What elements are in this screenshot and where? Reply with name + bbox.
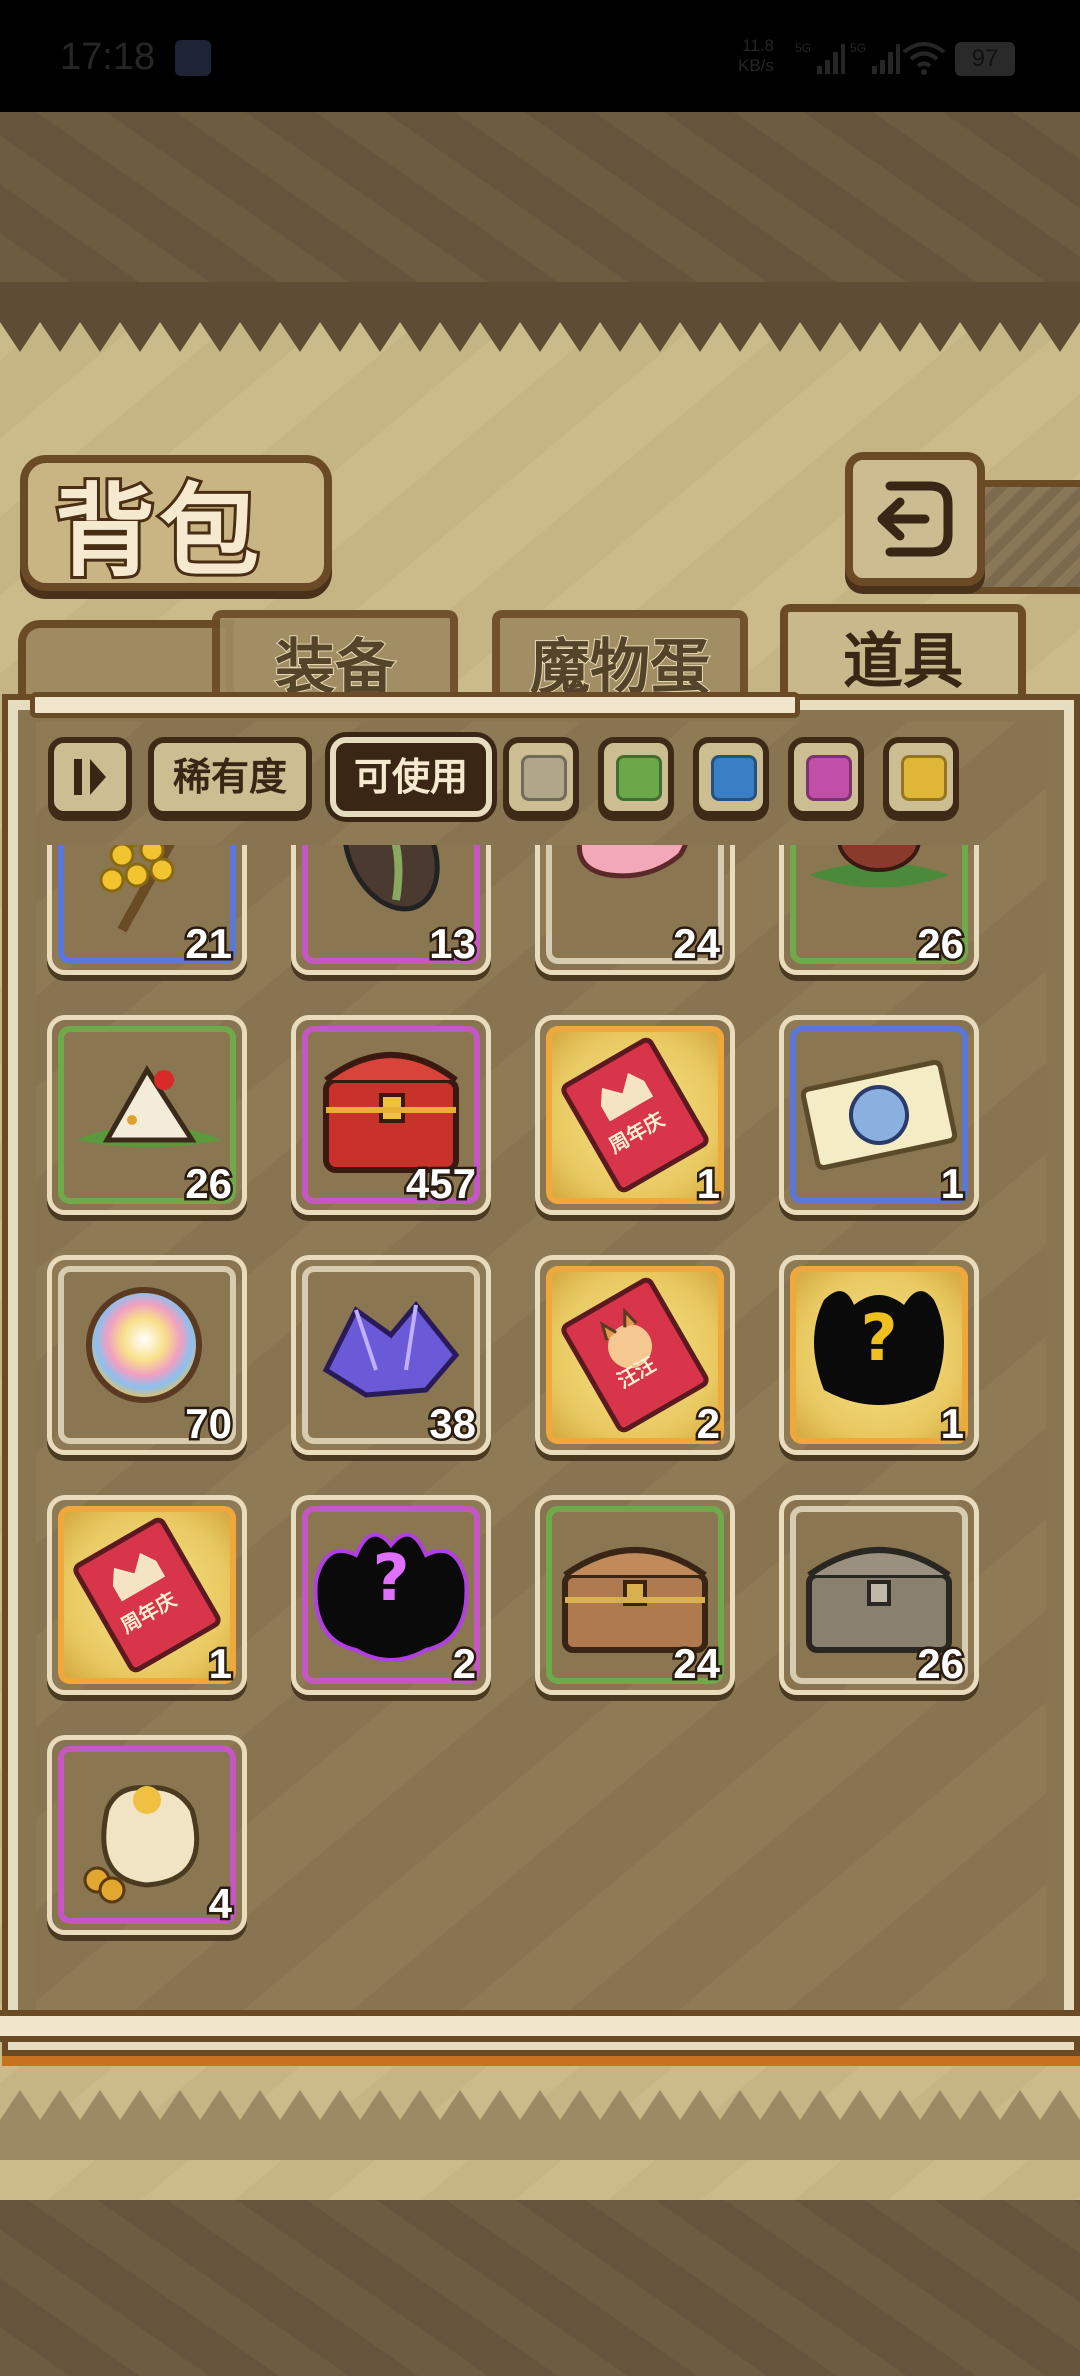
item-count: 24 — [671, 1638, 723, 1690]
item-slot[interactable]: 周年庆 1 — [535, 1015, 735, 1215]
item-count: 26 — [183, 1158, 235, 1210]
panel-rail-bottom — [0, 2010, 1080, 2042]
network-speed: 11.8 KB/s — [738, 36, 774, 76]
sort-order-icon — [74, 759, 106, 795]
item-slot[interactable]: 26 — [779, 845, 979, 975]
item-count: 26 — [915, 1638, 967, 1690]
item-icon-text: ? — [860, 1302, 897, 1376]
color-swatch-grey — [521, 755, 567, 801]
color-filter-gold[interactable] — [883, 737, 959, 817]
item-count: 1 — [938, 1158, 966, 1210]
color-filter-purple[interactable] — [788, 737, 864, 817]
panel-rail-top — [30, 692, 800, 718]
item-grid: 21 13 24 26 26 457 周年庆 1 1 70 38 汪汪 2? 1 周年庆 1? 2 24 26 4 — [30, 845, 1030, 2010]
sort-toggle-button[interactable] — [48, 737, 132, 817]
color-swatch-green — [616, 755, 662, 801]
item-count: 13 — [427, 918, 479, 970]
item-count: 2 — [450, 1638, 478, 1690]
rarity-filter-label: 稀有度 — [172, 755, 287, 799]
item-slot[interactable]: 13 — [291, 845, 491, 975]
signal-2-label: 5G — [850, 41, 866, 55]
status-time: 17:18 — [60, 36, 156, 78]
usable-filter-label: 可使用 — [353, 755, 468, 799]
item-count: 457 — [403, 1158, 478, 1210]
wifi-icon — [902, 42, 946, 75]
item-slot[interactable]: 38 — [291, 1255, 491, 1455]
zigzag-border-top — [0, 282, 1080, 352]
signal-icon: 5G — [795, 41, 845, 74]
color-swatch-purple — [806, 755, 852, 801]
page-title: 背包 — [52, 469, 263, 593]
item-icon-text: ? — [372, 1542, 409, 1616]
item-slot[interactable]: ? 2 — [291, 1495, 491, 1695]
color-swatch-blue — [711, 755, 757, 801]
item-count: 1 — [938, 1398, 966, 1450]
item-slot[interactable]: 70 — [47, 1255, 247, 1455]
color-swatch-gold — [901, 755, 947, 801]
back-arrow-icon — [877, 481, 953, 557]
battery-indicator: 97 — [955, 42, 1015, 76]
item-count: 21 — [183, 918, 235, 970]
color-filter-green[interactable] — [598, 737, 674, 817]
item-slot[interactable]: ? 1 — [779, 1255, 979, 1455]
item-count: 1 — [206, 1638, 234, 1690]
network-speed-value: 11.8 — [742, 36, 774, 55]
item-count: 24 — [671, 918, 723, 970]
item-slot[interactable]: 周年庆 1 — [47, 1495, 247, 1695]
back-button[interactable] — [845, 452, 985, 586]
item-count: 1 — [694, 1158, 722, 1210]
item-count: 70 — [183, 1398, 235, 1450]
app-notification-icon — [175, 40, 211, 76]
tab-items-label: 道具 — [843, 627, 963, 697]
item-slot[interactable]: 26 — [779, 1495, 979, 1695]
zigzag-border-bottom — [0, 2090, 1080, 2160]
item-slot[interactable]: 24 — [535, 845, 735, 975]
color-filter-blue[interactable] — [693, 737, 769, 817]
item-slot[interactable]: 汪汪 2 — [535, 1255, 735, 1455]
item-slot[interactable]: 457 — [291, 1015, 491, 1215]
item-count: 2 — [694, 1398, 722, 1450]
map-background-bottom — [0, 2200, 1080, 2376]
item-slot[interactable]: 24 — [535, 1495, 735, 1695]
signal-icon-2: 5G — [850, 41, 900, 74]
color-filter-grey[interactable] — [503, 737, 579, 817]
item-slot[interactable]: 26 — [47, 1015, 247, 1215]
item-count: 38 — [427, 1398, 479, 1450]
rarity-filter-button[interactable]: 稀有度 — [148, 737, 312, 817]
item-count: 4 — [206, 1878, 234, 1930]
item-count: 26 — [915, 918, 967, 970]
item-slot[interactable]: 21 — [47, 845, 247, 975]
signal-1-label: 5G — [795, 41, 811, 55]
network-speed-unit: KB/s — [738, 56, 774, 75]
item-slot[interactable]: 4 — [47, 1735, 247, 1935]
usable-filter-button[interactable]: 可使用 — [330, 737, 492, 817]
map-background-top — [0, 112, 1080, 282]
item-slot[interactable]: 1 — [779, 1015, 979, 1215]
status-bar: 17:18 11.8 KB/s 5G 5G 97 — [0, 0, 1080, 112]
